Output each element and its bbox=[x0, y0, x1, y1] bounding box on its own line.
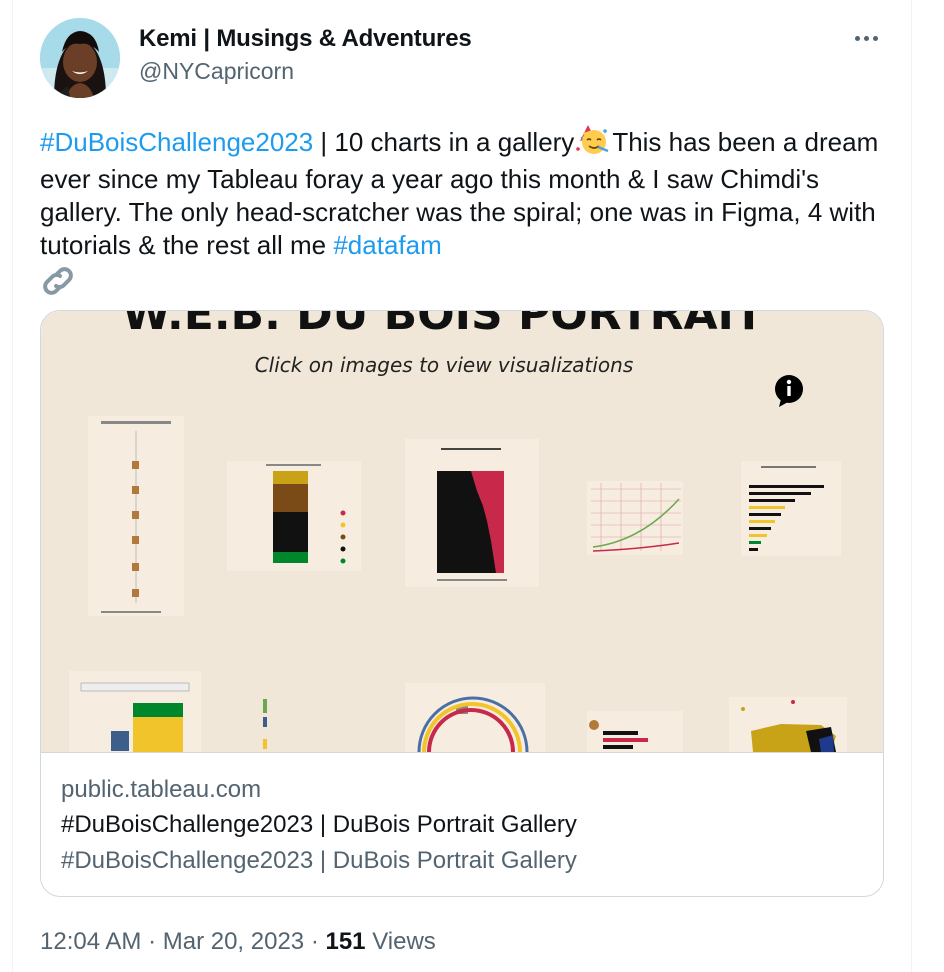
thumbnail-1 bbox=[88, 416, 184, 616]
link-icon bbox=[40, 265, 890, 305]
views-label: Views bbox=[365, 928, 436, 955]
thumbnail-9 bbox=[587, 711, 683, 752]
more-dot bbox=[855, 36, 860, 41]
more-options-icon[interactable] bbox=[853, 30, 883, 48]
author-handle[interactable]: @NYCapricorn bbox=[139, 56, 472, 86]
hashtag-duboischallenge[interactable]: #DuBoisChallenge2023 bbox=[40, 127, 313, 157]
thumbnail-7 bbox=[241, 673, 361, 752]
gallery-title: W.E.B. DU BOIS PORTRAIT bbox=[122, 311, 764, 340]
thumbnail-3 bbox=[405, 439, 539, 587]
thumbnail-6 bbox=[69, 671, 201, 752]
card-description: #DuBoisChallenge2023 | DuBois Portrait G… bbox=[61, 847, 577, 874]
thumbnail-4 bbox=[587, 481, 683, 555]
card-title: #DuBoisChallenge2023 | DuBois Portrait G… bbox=[61, 811, 577, 838]
card-info: public.tableau.com #DuBoisChallenge2023 … bbox=[41, 752, 883, 896]
more-dot bbox=[873, 36, 878, 41]
partying-face-emoji-icon bbox=[574, 123, 612, 163]
gallery-subtitle: Click on images to view visualizations bbox=[255, 353, 634, 377]
tweet-meta: 12:04 AM · Mar 20, 2023 · 151 Views bbox=[40, 926, 436, 958]
meta-separator: · bbox=[141, 928, 163, 955]
author-block: Kemi | Musings & Adventures @NYCapricorn bbox=[139, 24, 472, 86]
thumbnail-8 bbox=[405, 683, 545, 752]
tweet-text: #DuBoisChallenge2023 | 10 charts in a ga… bbox=[40, 123, 890, 305]
thumbnail-10 bbox=[729, 697, 847, 752]
gallery-preview: W.E.B. DU BOIS PORTRAIT Click on images … bbox=[69, 311, 847, 752]
card-image: W.E.B. DU BOIS PORTRAIT Click on images … bbox=[41, 311, 883, 752]
tweet-time[interactable]: 12:04 AM bbox=[40, 928, 141, 955]
avatar-image bbox=[40, 18, 120, 98]
link-card[interactable]: W.E.B. DU BOIS PORTRAIT Click on images … bbox=[40, 310, 884, 897]
tweet-text-part1: | 10 charts in a gallery bbox=[313, 127, 575, 157]
views-count: 151 bbox=[325, 928, 366, 955]
meta-separator: · bbox=[304, 928, 326, 955]
hashtag-datafam[interactable]: #datafam bbox=[333, 230, 441, 260]
author-name[interactable]: Kemi | Musings & Adventures bbox=[139, 24, 472, 54]
thumbnail-5 bbox=[741, 461, 841, 556]
card-domain: public.tableau.com bbox=[61, 776, 262, 803]
info-icon bbox=[775, 375, 803, 407]
thumbnail-2 bbox=[227, 461, 361, 571]
more-dot bbox=[864, 36, 869, 41]
tweet-date[interactable]: Mar 20, 2023 bbox=[163, 928, 304, 955]
avatar[interactable] bbox=[40, 18, 120, 98]
